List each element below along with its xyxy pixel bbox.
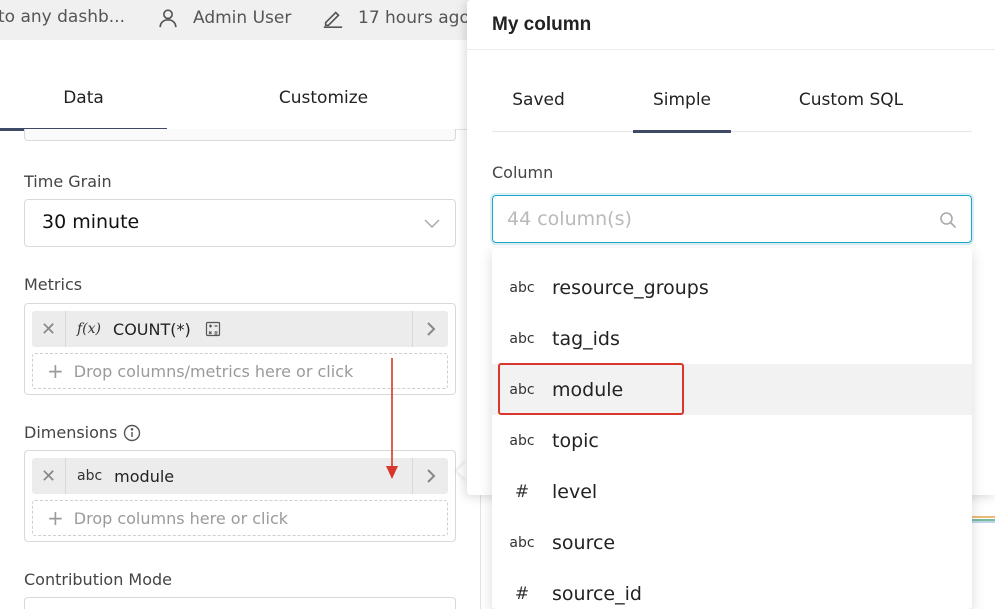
string-type-icon: abc: [509, 279, 535, 296]
list-item[interactable]: # level: [492, 466, 972, 517]
option-name: module: [552, 378, 624, 401]
calculator-icon: [205, 321, 220, 337]
dimensions-drop-zone[interactable]: + Drop columns here or click: [32, 500, 448, 536]
previous-field: [24, 129, 456, 141]
metric-name: COUNT(*): [113, 319, 191, 339]
panel-divider: [480, 495, 481, 609]
user-icon: [159, 9, 177, 28]
contribution-mode-select[interactable]: [24, 597, 456, 609]
number-type-icon: #: [514, 481, 530, 502]
tab-data-label: Data: [63, 87, 104, 108]
column-search-box[interactable]: [492, 195, 972, 243]
tab-saved-label: Saved: [512, 89, 565, 110]
panel-tabs: Data Customize: [0, 65, 480, 131]
function-type-icon: f(x): [77, 321, 102, 337]
info-icon[interactable]: [123, 424, 141, 442]
option-name: source_id: [552, 582, 642, 605]
option-name: level: [552, 480, 598, 503]
list-item[interactable]: abc source: [492, 517, 972, 568]
metrics-drop-hint: Drop columns/metrics here or click: [73, 361, 354, 381]
tab-customize-label: Customize: [278, 87, 369, 108]
column-label: Column: [492, 163, 554, 182]
remove-metric-icon[interactable]: ✕: [32, 311, 66, 347]
column-options-list: abc resource_groups abc tag_ids abc modu…: [492, 248, 972, 609]
column-search-input[interactable]: [507, 196, 927, 242]
remove-dimension-icon[interactable]: ✕: [32, 458, 66, 494]
popover-title[interactable]: My column: [492, 14, 591, 36]
list-item[interactable]: abc tag_ids: [492, 313, 972, 364]
tab-simple-label: Simple: [652, 89, 712, 110]
edit-icon: [323, 11, 343, 28]
list-item[interactable]: abc topic: [492, 415, 972, 466]
dimension-name: module: [114, 466, 175, 486]
string-type-icon: abc: [509, 432, 535, 449]
list-item[interactable]: # source_id: [492, 568, 972, 609]
contribution-mode-label: Contribution Mode: [24, 570, 173, 589]
option-name: topic: [552, 429, 599, 452]
string-type-icon: abc: [509, 381, 535, 398]
list-item[interactable]: abc resource_groups: [492, 262, 972, 313]
annotation-arrow-icon: [386, 358, 398, 479]
popover-divider: [467, 49, 995, 50]
chevron-right-icon[interactable]: [412, 458, 448, 494]
owner-info[interactable]: Admin User: [157, 7, 291, 29]
time-grain-label: Time Grain: [24, 172, 112, 191]
tab-customize[interactable]: Customize: [167, 65, 480, 130]
time-grain-value: 30 minute: [42, 211, 140, 233]
breadcrumb[interactable]: to any dashb...: [0, 7, 125, 27]
option-name: source: [552, 531, 616, 554]
time-grain-select[interactable]: 30 minute: [24, 199, 456, 247]
chevron-down-icon: [424, 219, 440, 229]
string-type-icon: abc: [77, 468, 103, 484]
plus-icon: +: [47, 359, 64, 383]
breadcrumb-text: to any dashb...: [0, 7, 125, 27]
dimensions-drop-hint: Drop columns here or click: [73, 508, 289, 528]
owner-name: Admin User: [193, 8, 292, 28]
tab-saved[interactable]: Saved: [492, 67, 585, 132]
dimensions-label: Dimensions: [24, 423, 141, 442]
option-name: tag_ids: [552, 327, 620, 350]
plus-icon: +: [47, 506, 64, 530]
metric-pill[interactable]: ✕ f(x) COUNT(*): [32, 311, 448, 347]
modified-time: 17 hours ago: [358, 8, 470, 28]
string-type-icon: abc: [509, 534, 535, 551]
string-type-icon: abc: [509, 330, 535, 347]
tab-data[interactable]: Data: [0, 65, 167, 131]
chart-lines-icon: [972, 516, 995, 523]
option-name: resource_groups: [552, 276, 709, 299]
tab-custom-sql[interactable]: Custom SQL: [782, 67, 920, 132]
tab-custom-sql-label: Custom SQL: [798, 89, 904, 110]
search-icon: [940, 212, 957, 229]
number-type-icon: #: [514, 583, 530, 604]
dimensions-label-text: Dimensions: [24, 423, 118, 442]
popover-tabs: Saved Simple Custom SQL: [492, 67, 972, 133]
control-panel: Data Customize Time Grain 30 minute Metr…: [0, 40, 480, 609]
tab-simple[interactable]: Simple: [633, 67, 731, 133]
chevron-right-icon[interactable]: [412, 311, 448, 347]
metrics-label: Metrics: [24, 275, 83, 294]
modified-info[interactable]: 17 hours ago: [322, 7, 470, 29]
list-item-highlighted[interactable]: abc module: [492, 364, 972, 415]
